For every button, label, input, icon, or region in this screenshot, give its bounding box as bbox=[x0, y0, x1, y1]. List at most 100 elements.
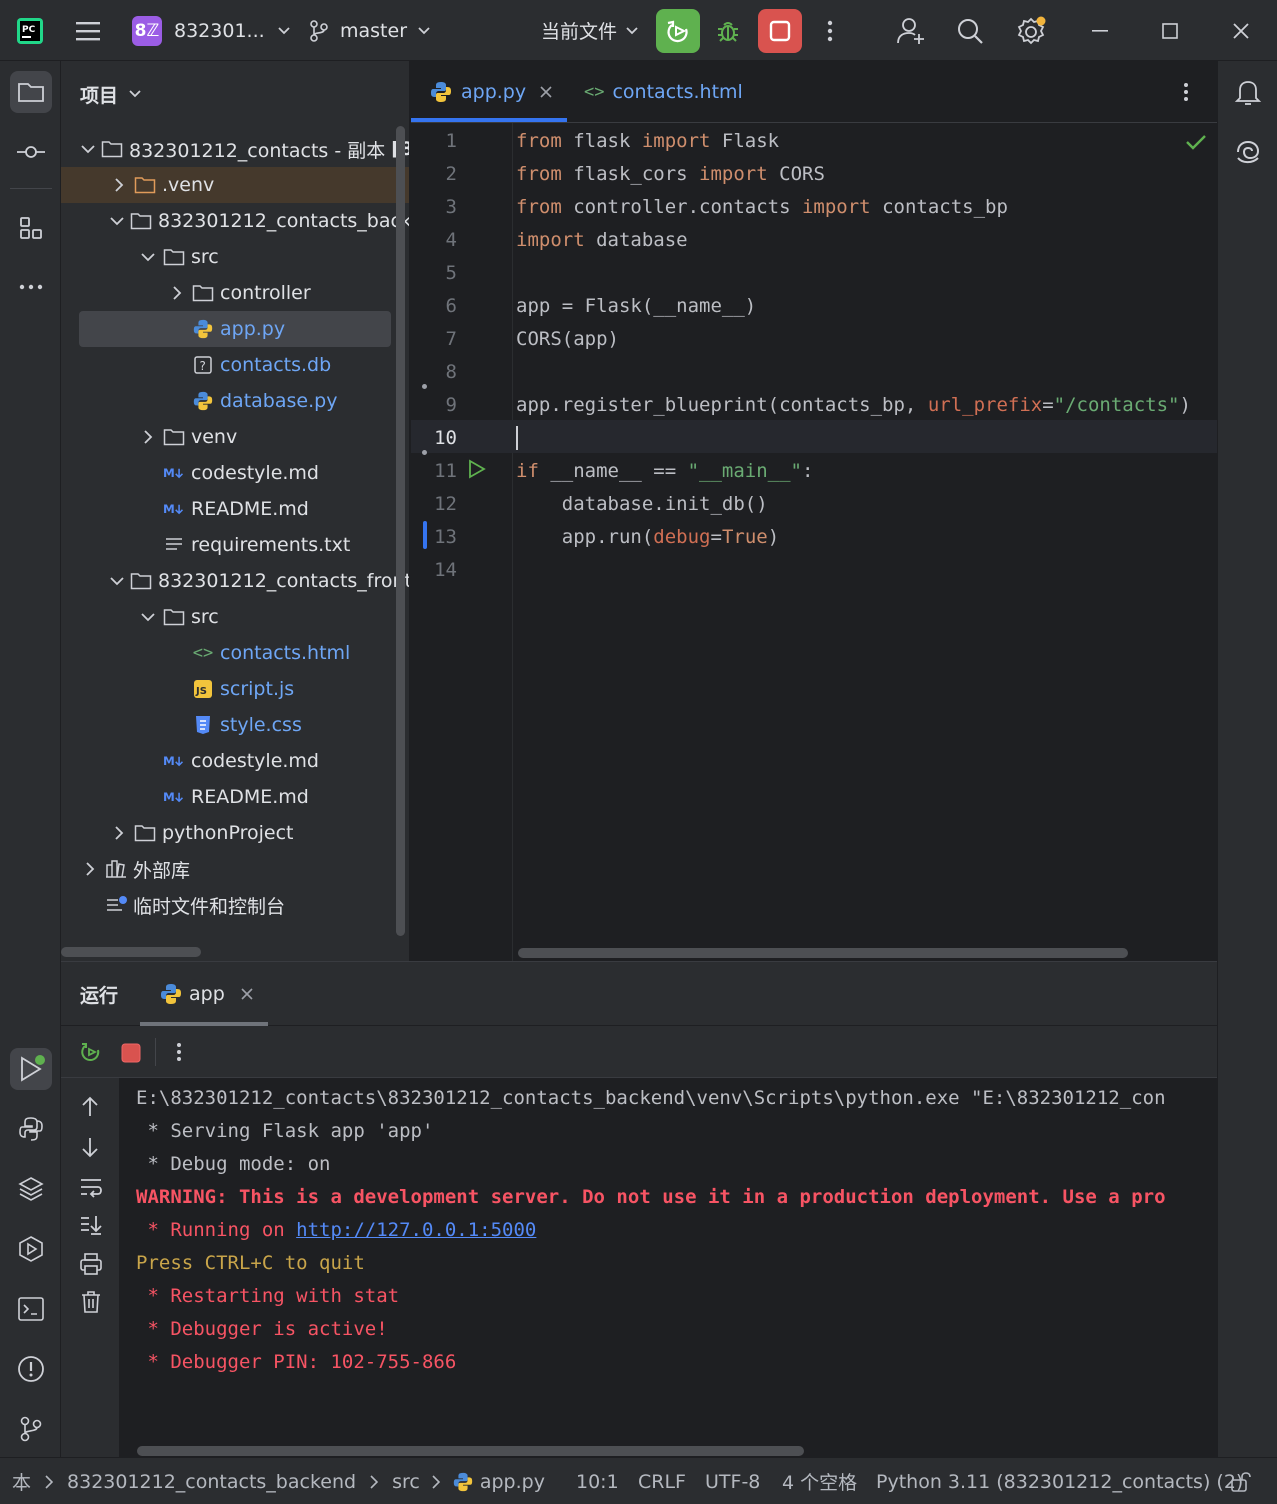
tree-item[interactable]: requirements.txt bbox=[61, 527, 409, 563]
terminal-icon[interactable] bbox=[10, 1288, 52, 1330]
project-horizontal-scrollbar[interactable] bbox=[61, 947, 201, 957]
tree-item[interactable]: 832301212_contacts_backend bbox=[61, 203, 409, 239]
problems-icon[interactable] bbox=[10, 1348, 52, 1390]
tree-item[interactable]: src bbox=[61, 239, 409, 275]
svg-text:M: M bbox=[163, 754, 175, 768]
breadcrumb-root[interactable]: 本 bbox=[12, 1468, 31, 1495]
settings-gear-icon[interactable] bbox=[1016, 0, 1048, 61]
chevron-right-icon[interactable] bbox=[168, 286, 186, 300]
chevron-right-icon[interactable] bbox=[139, 430, 157, 444]
chevron-down-icon[interactable] bbox=[110, 576, 124, 586]
branch-switcher[interactable]: master bbox=[308, 0, 431, 61]
run-config-selector[interactable]: 当前文件 bbox=[541, 0, 639, 61]
search-icon[interactable] bbox=[956, 0, 984, 61]
close-tab-icon[interactable] bbox=[540, 86, 552, 98]
close-tab-icon[interactable] bbox=[241, 988, 253, 1000]
more-actions-icon[interactable] bbox=[822, 0, 838, 61]
text-file-icon bbox=[163, 536, 185, 554]
ai-assistant-icon[interactable] bbox=[1227, 131, 1269, 173]
run-tool-icon[interactable] bbox=[10, 1048, 52, 1090]
notifications-bell-icon[interactable] bbox=[1227, 71, 1269, 113]
python-console-icon[interactable] bbox=[10, 1108, 52, 1150]
tree-item[interactable]: venv bbox=[61, 419, 409, 455]
indent-setting[interactable]: 4 个空格 bbox=[782, 1458, 857, 1504]
tree-item[interactable]: Mcodestyle.md bbox=[61, 455, 409, 491]
svg-text:M: M bbox=[163, 502, 175, 516]
tree-item[interactable]: ? contacts.db bbox=[61, 347, 409, 383]
debug-bug-icon[interactable] bbox=[714, 0, 742, 61]
run-tab-app[interactable]: app bbox=[159, 962, 253, 1026]
chevron-right-icon bbox=[432, 1474, 440, 1489]
add-user-icon[interactable] bbox=[896, 0, 926, 61]
project-switcher[interactable]: 8ℤ 832301... bbox=[132, 0, 291, 61]
structure-icon[interactable] bbox=[10, 207, 52, 249]
tree-item[interactable]: <> contacts.html bbox=[61, 635, 409, 671]
chevron-down-icon[interactable] bbox=[139, 252, 157, 262]
console-output[interactable]: E:\832301212_contacts\832301212_contacts… bbox=[61, 1078, 1217, 1418]
main-menu-icon[interactable] bbox=[74, 0, 102, 61]
tab-contacts-html[interactable]: <> contacts.html bbox=[584, 61, 743, 123]
console-horizontal-scrollbar[interactable] bbox=[137, 1446, 804, 1456]
breadcrumb-src[interactable]: src bbox=[392, 1471, 420, 1493]
tree-item[interactable]: Mcodestyle.md bbox=[61, 743, 409, 779]
line-separator[interactable]: CRLF bbox=[638, 1458, 686, 1504]
tree-item[interactable]: database.py bbox=[61, 383, 409, 419]
folder-icon bbox=[163, 247, 185, 267]
chevron-down-icon[interactable] bbox=[81, 144, 95, 154]
lock-icon[interactable] bbox=[1230, 1458, 1252, 1504]
file-encoding[interactable]: UTF-8 bbox=[705, 1458, 760, 1504]
breadcrumb-backend[interactable]: 832301212_contacts_backend bbox=[67, 1471, 356, 1493]
breadcrumb-file[interactable]: app.py bbox=[480, 1471, 545, 1493]
more-tools-icon[interactable] bbox=[10, 266, 52, 308]
stop-icon[interactable] bbox=[121, 1043, 141, 1063]
rerun-icon[interactable] bbox=[79, 1040, 103, 1064]
server-url-link[interactable]: http://127.0.0.1:5000 bbox=[296, 1219, 536, 1241]
python-packages-icon[interactable] bbox=[10, 1168, 52, 1210]
unknown-file-icon: ? bbox=[192, 355, 214, 375]
no-problems-check-icon[interactable] bbox=[1185, 133, 1207, 151]
tree-item[interactable]: JS script.js bbox=[61, 671, 409, 707]
code-editor: app.py <> contacts.html 1 from flask impo… bbox=[411, 61, 1217, 961]
project-folder-icon[interactable] bbox=[10, 71, 52, 113]
tree-item[interactable]: style.css bbox=[61, 707, 409, 743]
tree-item[interactable]: 临时文件和控制台 bbox=[61, 887, 409, 923]
services-icon[interactable] bbox=[10, 1228, 52, 1270]
chevron-down-icon[interactable] bbox=[110, 216, 124, 226]
project-panel-header[interactable]: 项目 bbox=[80, 61, 142, 127]
rerun-button[interactable] bbox=[656, 0, 700, 61]
more-options-icon[interactable] bbox=[174, 1041, 184, 1063]
tree-item[interactable]: src bbox=[61, 599, 409, 635]
tab-label: contacts.html bbox=[612, 81, 743, 103]
git-icon[interactable] bbox=[10, 1408, 52, 1450]
tree-item[interactable]: app.py bbox=[79, 311, 391, 347]
tree-item[interactable]: pythonProject bbox=[61, 815, 409, 851]
chevron-right-icon[interactable] bbox=[110, 826, 128, 840]
tree-item[interactable]: 外部库 bbox=[61, 851, 409, 887]
tab-options-icon[interactable] bbox=[1181, 61, 1191, 123]
tree-item[interactable]: .venv bbox=[61, 167, 409, 203]
folder-icon bbox=[192, 283, 214, 303]
editor-horizontal-scrollbar[interactable] bbox=[518, 948, 1128, 958]
chevron-down-icon[interactable] bbox=[139, 612, 157, 622]
tree-item[interactable]: M README.md bbox=[61, 491, 409, 527]
tree-item-label: controller bbox=[220, 282, 311, 304]
caret-position[interactable]: 10:1 bbox=[576, 1458, 619, 1504]
tree-item[interactable]: controller bbox=[61, 275, 409, 311]
chevron-right-icon[interactable] bbox=[110, 178, 128, 192]
stop-button[interactable] bbox=[758, 0, 802, 61]
minimize-window-icon[interactable] bbox=[1090, 0, 1110, 61]
tree-item[interactable]: M README.md bbox=[61, 779, 409, 815]
project-vertical-scrollbar[interactable] bbox=[396, 126, 405, 936]
python-interpreter[interactable]: Python 3.11 (832301212_contacts) (2) bbox=[876, 1458, 1243, 1504]
breadcrumb[interactable]: 本 832301212_contacts_backend src app.py bbox=[12, 1458, 545, 1504]
close-window-icon[interactable] bbox=[1231, 0, 1251, 61]
pycharm-logo-icon[interactable]: PC bbox=[16, 0, 44, 61]
tree-item[interactable]: 832301212_contacts_frontend bbox=[61, 563, 409, 599]
chevron-right-icon[interactable] bbox=[81, 862, 99, 876]
tree-item[interactable]: 832301212_contacts - 副本[83 bbox=[61, 131, 409, 167]
run-gutter-icon[interactable] bbox=[467, 459, 487, 479]
tab-app-py[interactable]: app.py bbox=[429, 61, 552, 123]
line-number: 6 bbox=[445, 294, 457, 317]
commit-icon[interactable] bbox=[10, 131, 52, 173]
maximize-window-icon[interactable] bbox=[1161, 0, 1179, 61]
